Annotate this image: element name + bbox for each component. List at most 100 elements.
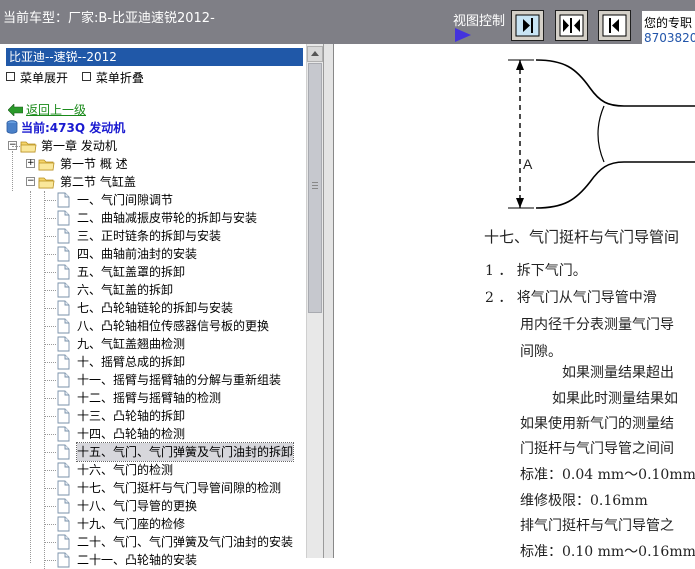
document-icon [57,552,70,568]
copyright-text: 您的专职 [644,16,693,30]
tree-item[interactable]: 九、气缸盖翘曲检测 [0,335,304,353]
folder-icon [38,177,55,189]
current-car-model: 当前车型：厂家:B-比亚迪速锐2012- [3,11,215,26]
tree-node-label: 十、摇臂总成的拆卸 [77,355,186,369]
folder-icon [38,159,55,171]
tree-node-label: 十二、摇臂与摇臂轴的检测 [77,391,222,405]
show-split-view-button[interactable] [555,10,588,41]
note-line-1: 如果测量结果超出 [562,365,674,381]
tree-node-label: 五、气缸盖罩的拆卸 [77,265,186,279]
tree-guide-line [44,191,45,569]
tree-item[interactable]: 二、曲轴减振皮带轮的拆卸与安装 [0,209,304,227]
exhaust-heading: 排气门挺杆与气门导管之 [520,518,674,534]
square-bullet-icon [81,72,91,81]
document-content: A 十七、气门挺杆与气门导管间 1 ． 拆下气门。 2 ． 将气门从气门导管中滑… [334,44,695,558]
tree-item[interactable]: 二十、气门、气门弹簧及气门油封的安装 [0,533,304,551]
database-icon [6,120,18,134]
note-line-4: 门挺杆与气门导管之间间 [520,441,674,457]
tree-node-label: 第二节 气缸盖 [60,175,136,189]
tree-node-label: 二十、气门、气门弹簧及气门油封的安装 [77,535,294,549]
tree-item[interactable]: 十八、气门导管的更换 [0,497,304,515]
document-icon [57,498,70,514]
tree-item[interactable]: 十七、气门挺杆与气门导管间隙的检测 [0,479,304,497]
pane-splitter[interactable] [324,44,333,558]
menu-panel: 比亚迪--速锐--2012 菜单展开 菜单折叠 返回上一级 当前:473Q 发动… [0,44,324,569]
view-control-arrow-icon [455,28,471,42]
tree-section-cylinder-head[interactable]: − 第二节 气缸盖 [0,173,304,191]
copyright-phone: 8703820 [644,31,695,44]
tree-item[interactable]: 十一、摇臂与摇臂轴的分解与重新组装 [0,371,304,389]
expand-menu-label: 菜单展开 [20,71,69,85]
tree-chapter-engine[interactable]: − 第一章 发动机 [0,137,304,155]
tree-node-label: 十一、摇臂与摇臂轴的分解与重新组装 [77,373,282,387]
tree-node-label: 十七、气门挺杆与气门导管间隙的检测 [77,481,282,495]
tree-node-label: 第一章 发动机 [41,139,117,153]
section-heading: 十七、气门挺杆与气门导管间 [484,228,680,246]
collapse-menu-label: 菜单折叠 [95,71,144,85]
tree-scrollbar[interactable] [306,44,323,558]
document-icon [57,246,70,262]
tree-item[interactable]: 四、曲轴前油封的安装 [0,245,304,263]
tree-item[interactable]: 六、气缸盖的拆卸 [0,281,304,299]
document-icon [57,534,70,550]
collapse-icon[interactable]: − [26,177,35,186]
tree-node-label: 四、曲轴前油封的安装 [77,247,198,261]
scroll-grip-icon [312,182,318,191]
tree-item[interactable]: 五、气缸盖罩的拆卸 [0,263,304,281]
valve-diagram [508,59,695,209]
note-line-2: 如果此时测量结果如 [552,391,678,407]
document-icon [57,372,70,388]
tree-section-overview[interactable]: + 第一节 概 述 [0,155,304,173]
split-arrows-icon [559,14,584,37]
tree-node-label: 三、正时链条的拆卸与安装 [77,229,222,243]
tree-item[interactable]: 十三、凸轮轴的拆卸 [0,407,304,425]
tree-guide-line [12,146,20,147]
document-icon [57,480,70,496]
tree-item[interactable]: 十九、气门座的检修 [0,515,304,533]
back-link-label: 返回上一级 [26,103,87,117]
step-2: 2 ． 将气门从气门导管中滑 [485,290,657,306]
step-1: 1 ． 拆下气门。 [485,263,587,279]
tree-node-label: 十三、凸轮轴的拆卸 [77,409,186,423]
note-line-3: 如果使用新气门的测量结 [520,416,674,432]
view-control-label: 视图控制 [453,14,506,29]
tree-item[interactable]: 一、气门间隙调节 [0,191,304,209]
arrow-left-bar-icon [602,14,627,37]
document-icon [57,300,70,316]
document-icon [57,264,70,280]
tree-node-label: 一、气门间隙调节 [77,193,174,207]
tree-node-label: 第一节 概 述 [60,157,128,171]
figure-label-a: A [523,156,533,172]
menu-toolbar: 菜单展开 菜单折叠 [6,69,154,85]
copyright-notice: 您的专职 8703820 [642,11,695,44]
tree-item[interactable]: 十、摇臂总成的拆卸 [0,353,304,371]
tree-item[interactable]: 十六、气门的检测 [0,461,304,479]
document-pane: A 十七、气门挺杆与气门导管间 1 ． 拆下气门。 2 ． 将气门从气门导管中滑… [333,44,695,558]
scroll-thumb[interactable] [308,63,322,313]
tree-item[interactable]: 三、正时链条的拆卸与安装 [0,227,304,245]
back-link[interactable]: 返回上一级 [8,101,86,118]
title-bar: 当前车型：厂家:B-比亚迪速锐2012- 视图控制 您的专职 8703820 [0,0,695,44]
tree-item[interactable]: 二十一、凸轮轴的安装 [0,551,304,569]
show-document-only-button[interactable] [511,10,544,41]
collapse-menu-button[interactable]: 菜单折叠 [81,69,144,86]
tree-item[interactable]: 七、凸轮轴链轮的拆卸与安装 [0,299,304,317]
step-2-line-2: 用内径千分表测量气门导 [520,317,674,333]
show-menu-only-button[interactable] [598,10,631,41]
expand-menu-button[interactable]: 菜单展开 [6,69,68,86]
tree-node-label: 八、凸轮轴相位传感器信号板的更换 [77,319,270,333]
tree-item[interactable]: 十二、摇臂与摇臂轴的检测 [0,389,304,407]
arrow-right-bar-icon [515,14,540,37]
document-icon [57,228,70,244]
document-icon [57,462,70,478]
tree-item[interactable]: 十四、凸轮轴的检测 [0,425,304,443]
expand-icon[interactable]: + [26,159,35,168]
scroll-up-button[interactable] [307,46,323,62]
tree-item[interactable]: 十五、气门、气门弹簧及气门油封的拆卸 [0,442,304,462]
tree-item[interactable]: 八、凸轮轴相位传感器信号板的更换 [0,317,304,335]
intake-limit: 维修极限：0.16mm [520,493,648,509]
document-icon [57,318,70,334]
tree-node-label: 十五、气门、气门弹簧及气门油封的拆卸 [75,442,295,462]
intake-standard: 标准：0.04 mm～0.10mm [520,467,695,483]
square-bullet-icon [6,72,15,81]
